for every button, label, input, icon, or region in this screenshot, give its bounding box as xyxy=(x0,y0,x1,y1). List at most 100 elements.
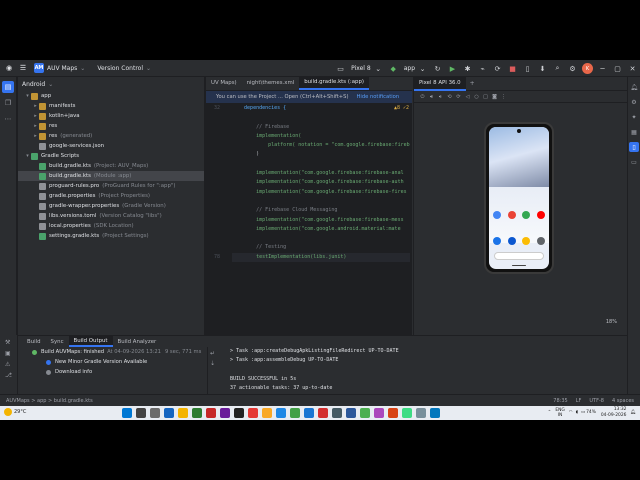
gemini-icon[interactable]: ✦ xyxy=(629,112,639,122)
device-explorer-icon[interactable]: ▦ xyxy=(629,127,639,137)
code-line[interactable]: dependencies { xyxy=(232,104,410,113)
code-line[interactable] xyxy=(232,160,410,169)
app-icon-2[interactable] xyxy=(178,408,188,418)
notification-bell-icon[interactable]: 🔔︎ xyxy=(630,410,636,415)
project-name[interactable]: AUV Maps xyxy=(47,65,77,72)
tree-item[interactable]: gradle-wrapper.properties (Gradle Version… xyxy=(18,201,204,211)
overview-icon[interactable]: □ xyxy=(481,92,490,101)
editor-tab[interactable]: night\themes.xml xyxy=(242,76,300,90)
tree-item[interactable]: local.properties (SDK Location) xyxy=(18,221,204,231)
project-dropdown-icon[interactable]: ⌄ xyxy=(80,65,85,72)
play-store-icon[interactable] xyxy=(493,211,501,219)
build-tool-icon[interactable]: ⚒ xyxy=(5,339,12,346)
emulator-phone[interactable] xyxy=(484,122,554,274)
start-icon[interactable] xyxy=(122,408,132,418)
device-manager-icon[interactable]: ▯ xyxy=(522,63,533,74)
code-line[interactable] xyxy=(232,197,410,206)
code-line[interactable]: implementation("com.google.firebase:fire… xyxy=(232,178,410,187)
camera-icon[interactable] xyxy=(536,237,545,245)
tree-item[interactable]: ▸ manifests xyxy=(18,101,204,111)
sync-icon[interactable]: ⟳ xyxy=(492,63,503,74)
main-menu-icon[interactable]: ☰ xyxy=(18,63,28,73)
running-devices-icon[interactable]: ▯ xyxy=(629,142,639,152)
build-console[interactable]: > Task :app:createDebugApkListingFileRed… xyxy=(230,347,615,395)
more-tools-icon[interactable]: ⋯ xyxy=(2,113,14,125)
tab-sync[interactable]: Sync xyxy=(46,336,69,347)
app-icon-10[interactable] xyxy=(290,408,300,418)
power-icon[interactable]: ⏻ xyxy=(418,92,427,101)
volume-up-icon[interactable]: 🔊︎ xyxy=(427,92,436,101)
messages-icon[interactable] xyxy=(507,237,516,245)
code-line[interactable]: implementation("com.google.android.mater… xyxy=(232,225,410,234)
tree-item[interactable]: proguard-rules.pro (ProGuard Rules for ":… xyxy=(18,181,204,191)
chrome-icon[interactable] xyxy=(522,237,531,245)
app-icon-19[interactable] xyxy=(416,408,426,418)
editor-tab-active[interactable]: build.gradle.kts (:app) xyxy=(299,76,369,90)
tree-item[interactable]: ▸ res (generated) xyxy=(18,131,204,141)
hide-notification-link[interactable]: Hide notification xyxy=(356,94,399,100)
code-line[interactable]: implementation( xyxy=(232,132,410,141)
file-encoding[interactable]: UTF-8 xyxy=(589,398,604,404)
inspection-widget[interactable]: ▲8 ✓2 xyxy=(394,104,409,113)
line-separator[interactable]: LF xyxy=(576,398,582,404)
build-tree-item[interactable]: Download info xyxy=(18,367,207,377)
rotate-left-icon[interactable]: ⟲ xyxy=(445,92,454,101)
app-icon-16[interactable] xyxy=(374,408,384,418)
app-icon-6[interactable] xyxy=(234,408,244,418)
code-line[interactable]: implementation("com.google.firebase:fire… xyxy=(232,216,410,225)
code-line[interactable]: testImplementation(libs.junit) xyxy=(232,252,410,263)
device-icon[interactable]: ▭ xyxy=(335,63,346,74)
project-view-selector[interactable]: Android ⌄ xyxy=(18,77,204,91)
home-icon[interactable]: ○ xyxy=(472,92,481,101)
app-icon-13[interactable] xyxy=(332,408,342,418)
photos-icon[interactable] xyxy=(522,211,531,219)
project-badge[interactable]: AM xyxy=(34,63,44,73)
chrome-icon[interactable] xyxy=(360,408,370,418)
editor-tab[interactable]: UV Maps) xyxy=(206,76,242,90)
apply-changes-icon[interactable]: ↻ xyxy=(432,63,443,74)
gradle-icon[interactable]: ⚙ xyxy=(629,97,639,107)
breadcrumb[interactable]: AUVMaps > app > build.gradle.kts xyxy=(6,398,93,404)
git-icon[interactable]: ⎇ xyxy=(5,372,12,379)
screenshot-icon[interactable]: ◙ xyxy=(490,92,499,101)
soft-wrap-icon[interactable]: ↵ xyxy=(210,349,215,359)
nav-pill[interactable] xyxy=(512,264,526,266)
word-icon[interactable] xyxy=(346,408,356,418)
acrobat-icon[interactable] xyxy=(388,408,398,418)
code-line[interactable]: // Firebase Cloud Messaging xyxy=(232,206,410,215)
settings-icon[interactable]: ⚙ xyxy=(567,63,578,74)
build-tree-item[interactable]: Build AUVMaps: finished At 04-09-2026 13:… xyxy=(18,347,207,357)
app-icon-4[interactable] xyxy=(206,408,216,418)
code-line[interactable] xyxy=(232,234,410,243)
chevron-down-icon[interactable]: ⌄ xyxy=(417,63,428,74)
tree-item[interactable]: google-services.json xyxy=(18,141,204,151)
code-line[interactable]: implementation("com.google.firebase:fire… xyxy=(232,188,410,197)
youtube-icon[interactable] xyxy=(536,211,545,219)
resource-manager-icon[interactable]: ❐ xyxy=(2,97,14,109)
weather-widget[interactable]: 29°C xyxy=(4,408,26,416)
app-icon-7[interactable] xyxy=(248,408,258,418)
debug-icon[interactable]: ✱ xyxy=(462,63,473,74)
tray-chevron-icon[interactable]: ⌃ xyxy=(548,410,552,415)
tab-build-output[interactable]: Build Output xyxy=(68,336,113,347)
app-icon-20[interactable] xyxy=(430,408,440,418)
version-control-menu[interactable]: Version Control xyxy=(97,65,143,72)
chevron-right-icon[interactable]: ▸ xyxy=(32,123,39,129)
app-icon-5[interactable] xyxy=(220,408,230,418)
indent-setting[interactable]: 4 spaces xyxy=(612,398,634,404)
app-icon-11[interactable] xyxy=(304,408,314,418)
app-icon-3[interactable] xyxy=(192,408,202,418)
maximize-icon[interactable]: ▢ xyxy=(612,63,623,74)
chevron-right-icon[interactable]: ▸ xyxy=(32,103,39,109)
run-config-selector[interactable]: app xyxy=(404,65,415,72)
app-icon-1[interactable] xyxy=(164,408,174,418)
phone-icon[interactable] xyxy=(493,237,501,245)
rotate-right-icon[interactable]: ⟳ xyxy=(454,92,463,101)
code-line[interactable]: // Firebase xyxy=(232,123,410,132)
code-line[interactable]: ) xyxy=(232,150,410,159)
clock[interactable]: 13:32 04-09-2026 xyxy=(601,407,627,418)
tab-build-analyzer[interactable]: Build Analyzer xyxy=(113,336,162,347)
code-line[interactable]: // Testing xyxy=(232,243,410,252)
code-editor[interactable]: 32 78 dependencies { // Firebase impleme… xyxy=(206,104,413,335)
language-indicator[interactable]: ENG IN xyxy=(555,408,564,418)
